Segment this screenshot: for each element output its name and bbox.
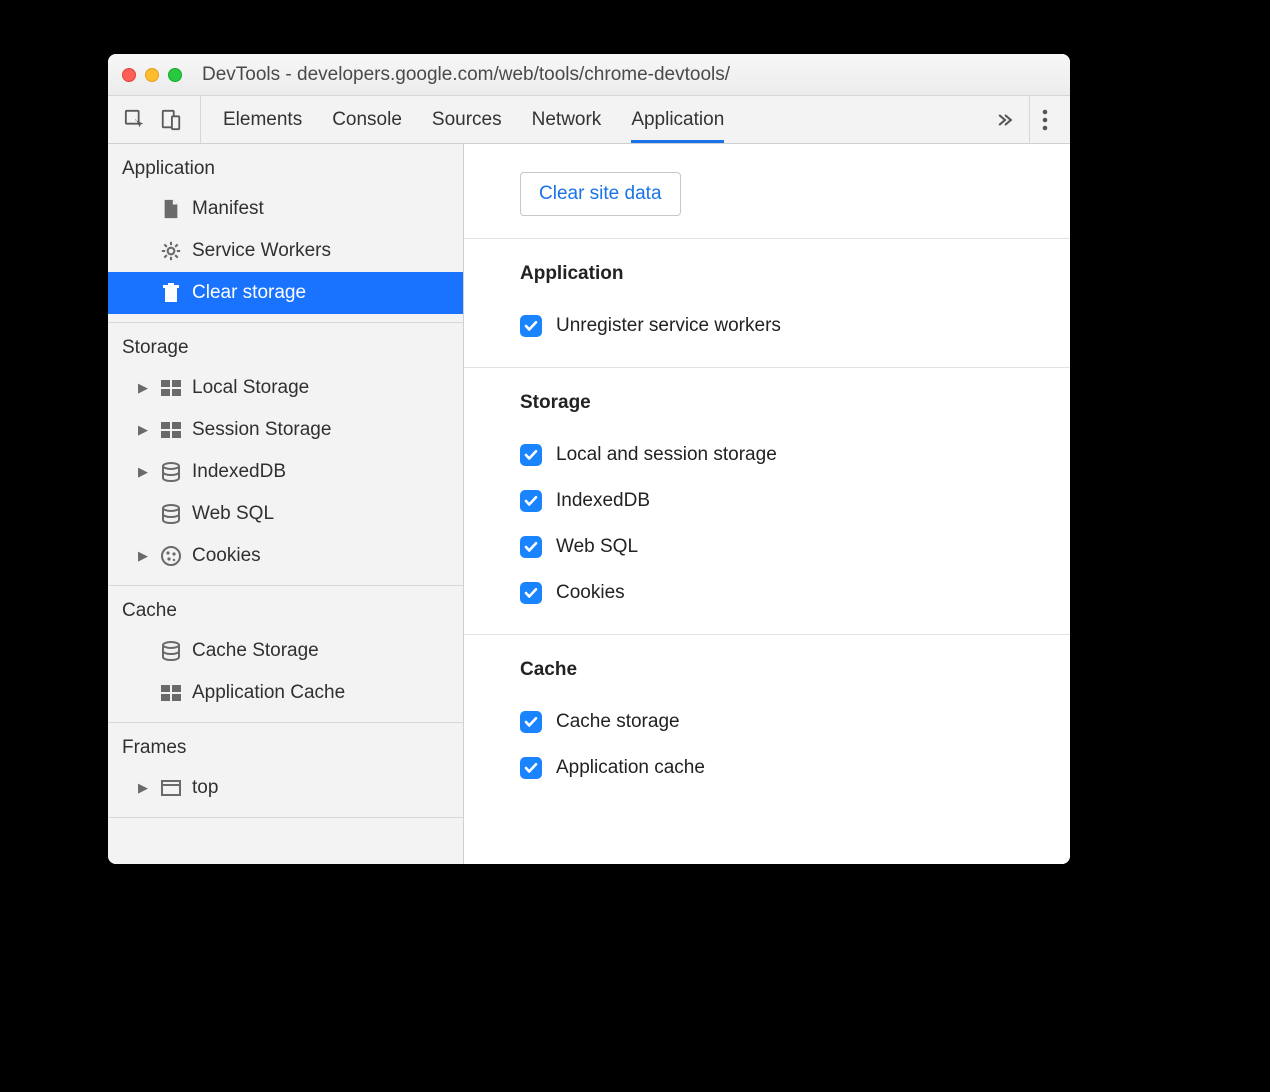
sidebar-item-web-sql[interactable]: Web SQL [108,493,463,535]
frame-icon [160,777,182,799]
sidebar-item-clear-storage[interactable]: Clear storage [108,272,463,314]
sidebar-item-manifest[interactable]: Manifest [108,188,463,230]
option-local-and-session-storage: Local and session storage [520,432,1070,478]
main-toolbar: Elements Console Sources Network Application [108,96,1070,144]
inspect-icon[interactable] [124,109,146,131]
tab-network[interactable]: Network [532,96,602,143]
checkbox[interactable] [520,757,542,779]
sidebar-item-label: Web SQL [192,499,453,529]
checkbox-label: Local and session storage [556,444,777,466]
db-icon [160,461,182,483]
expand-arrow-icon[interactable]: ▶ [136,773,150,803]
sidebar-item-session-storage[interactable]: ▶ Session Storage [108,409,463,451]
sidebar-item-local-storage[interactable]: ▶ Local Storage [108,367,463,409]
checkbox[interactable] [520,582,542,604]
checkbox-label: Application cache [556,757,705,779]
section-title: Cache [520,659,1070,681]
sidebar-separator [108,817,463,818]
window-title: DevTools - developers.google.com/web/too… [202,64,730,86]
clear-site-data-button[interactable]: Clear site data [520,172,681,216]
settings-menu-button[interactable] [1029,96,1060,143]
sidebar-group-cache: Cache [108,586,463,630]
option-cache-storage: Cache storage [520,699,1070,745]
grid-icon [160,419,182,441]
window-controls [122,68,182,82]
option-unregister-service-workers: Unregister service workers [520,303,1070,349]
expand-arrow-icon[interactable]: ▶ [136,541,150,571]
device-toggle-icon[interactable] [160,109,182,131]
checkbox[interactable] [520,315,542,337]
db-icon [160,640,182,662]
tab-application[interactable]: Application [631,96,724,143]
zoom-window-button[interactable] [168,68,182,82]
option-application-cache: Application cache [520,745,1070,791]
panel-tabs: Elements Console Sources Network Application [223,96,985,143]
titlebar: DevTools - developers.google.com/web/too… [108,54,1070,96]
overflow-tabs-button[interactable] [985,96,1025,143]
tab-elements[interactable]: Elements [223,96,302,143]
content-pane: Clear site data Application Unregister ser… [464,144,1070,864]
checkbox-label: Unregister service workers [556,315,781,337]
sidebar-item-label: Session Storage [192,415,453,445]
section-storage: Storage Local and session storage IndexedD… [464,368,1070,635]
checkbox-label: Cookies [556,582,625,604]
application-sidebar: Application Manifest Service Workers Clear … [108,144,464,864]
sidebar-item-top[interactable]: ▶ top [108,767,463,809]
option-cookies: Cookies [520,570,1070,616]
option-web-sql: Web SQL [520,524,1070,570]
sidebar-item-label: Application Cache [192,678,453,708]
expand-arrow-icon[interactable]: ▶ [136,373,150,403]
expand-arrow-icon[interactable]: ▶ [136,457,150,487]
checkbox[interactable] [520,711,542,733]
sidebar-item-label: Cookies [192,541,453,571]
expand-arrow-icon[interactable]: ▶ [136,415,150,445]
section-cache: Cache Cache storage Application cache [464,635,1070,809]
sidebar-item-service-workers[interactable]: Service Workers [108,230,463,272]
checkbox[interactable] [520,536,542,558]
sidebar-item-label: Local Storage [192,373,453,403]
close-window-button[interactable] [122,68,136,82]
sidebar-item-indexeddb[interactable]: ▶ IndexedDB [108,451,463,493]
section-application: Application Unregister service workers [464,239,1070,368]
file-icon [160,198,182,220]
tab-console[interactable]: Console [332,96,402,143]
checkbox-label: IndexedDB [556,490,650,512]
checkbox-label: Web SQL [556,536,638,558]
tab-sources[interactable]: Sources [432,96,502,143]
main-split: Application Manifest Service Workers Clear … [108,144,1070,864]
minimize-window-button[interactable] [145,68,159,82]
devtools-window: DevTools - developers.google.com/web/too… [108,54,1070,864]
gear-icon [160,240,182,262]
sidebar-item-label: top [192,773,453,803]
grid-icon [160,682,182,704]
sidebar-group-frames: Frames [108,723,463,767]
section-title: Application [520,263,1070,285]
checkbox[interactable] [520,490,542,512]
sidebar-item-label: Cache Storage [192,636,453,666]
checkbox-label: Cache storage [556,711,680,733]
grid-icon [160,377,182,399]
cookie-icon [160,545,182,567]
sidebar-item-label: Manifest [192,194,453,224]
checkbox[interactable] [520,444,542,466]
clear-data-row: Clear site data [464,144,1070,239]
sidebar-item-label: Service Workers [192,236,453,266]
sidebar-item-cookies[interactable]: ▶ Cookies [108,535,463,577]
db-icon [160,503,182,525]
sidebar-group-storage: Storage [108,323,463,367]
option-indexeddb: IndexedDB [520,478,1070,524]
sidebar-item-label: IndexedDB [192,457,453,487]
sidebar-item-label: Clear storage [192,278,453,308]
section-title: Storage [520,392,1070,414]
trash-icon [160,282,182,304]
sidebar-group-application: Application [108,144,463,188]
sidebar-item-application-cache[interactable]: Application Cache [108,672,463,714]
sidebar-item-cache-storage[interactable]: Cache Storage [108,630,463,672]
